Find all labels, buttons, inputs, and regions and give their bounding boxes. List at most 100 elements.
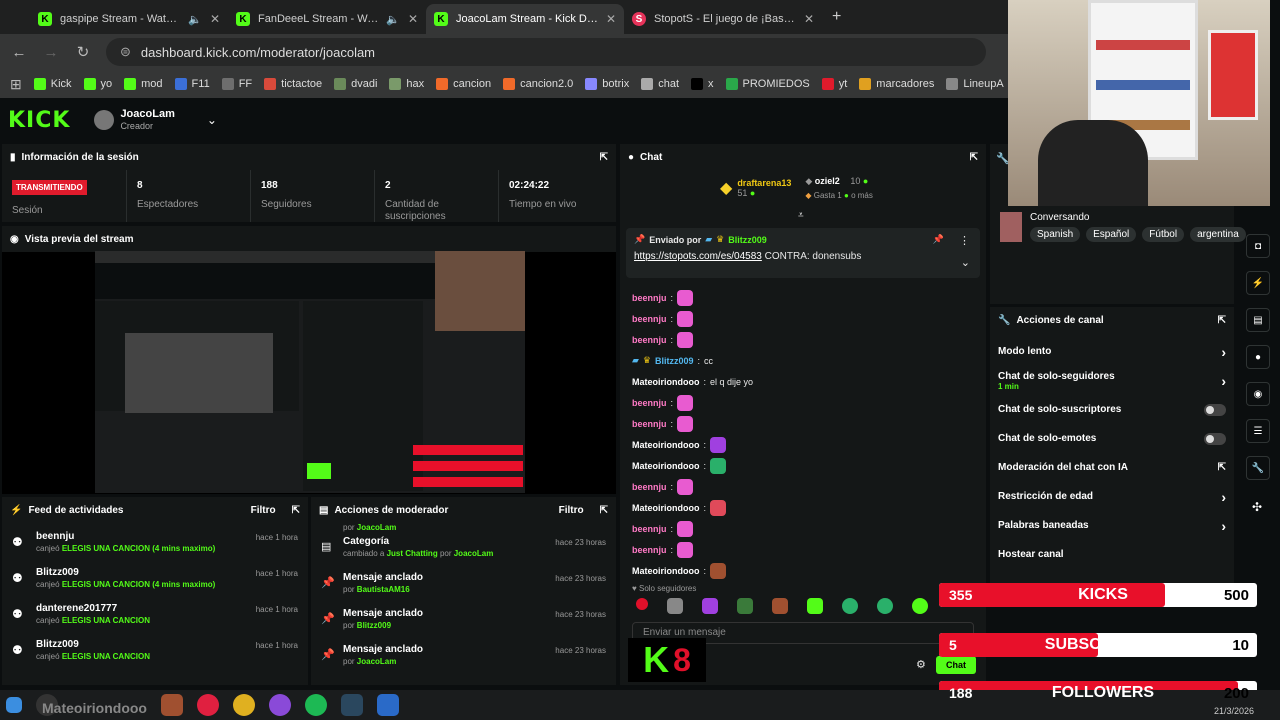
emote-icon[interactable] xyxy=(877,598,893,614)
chat-message[interactable]: Mateoiriondooo: xyxy=(632,497,972,518)
chat-username[interactable]: beennju xyxy=(632,335,667,345)
bookmark-item[interactable]: Kick xyxy=(33,78,72,90)
expand-icon[interactable]: ⇱ xyxy=(600,152,608,163)
feed-item[interactable]: ⚉ Blitzz009 canjeó ELEGIS UNA CANCION (4 m… xyxy=(2,563,308,599)
expand-icon[interactable]: ⇱ xyxy=(1218,315,1226,326)
channel-action-item[interactable]: Modo lento › xyxy=(990,337,1234,366)
browser-tab[interactable]: K FanDeeeL Stream - Watch Live 🔈 ✕ xyxy=(228,4,426,34)
bookmark-item[interactable]: LineupA xyxy=(946,78,1004,90)
chrome-icon[interactable] xyxy=(233,694,255,716)
expand-icon[interactable]: ⇱ xyxy=(292,505,300,516)
chat-username[interactable]: Mateoiriondooo xyxy=(632,503,700,513)
close-tab-icon[interactable]: ✕ xyxy=(408,12,418,26)
chat-message[interactable]: beennju: xyxy=(632,476,972,497)
mod-filter-button[interactable]: Filtro xyxy=(559,505,584,516)
broadcast-icon[interactable]: ◉ xyxy=(1246,382,1270,406)
browser-tab[interactable]: S StopotS - El juego de ¡Basta!, ¡Stop! ✕ xyxy=(624,4,822,34)
toggle-switch[interactable] xyxy=(1204,403,1226,416)
stream-preview-video[interactable] xyxy=(95,251,525,493)
chat-username[interactable]: Mateoiriondooo xyxy=(632,440,700,450)
pinned-link[interactable]: https://stopots.com/es/04583 xyxy=(634,251,762,262)
chat-username[interactable]: beennju xyxy=(632,545,667,555)
feed-item[interactable]: ⚉ danterene201777 canjeó ELEGIS UNA CANCIO… xyxy=(2,599,308,635)
bookmark-item[interactable]: FF xyxy=(221,78,252,90)
browser-tab[interactable]: Kgaspipe Stream - Watch Live 🔈 ✕ xyxy=(30,4,228,34)
puzzle-icon[interactable]: ✣ xyxy=(1252,500,1262,514)
emote-icon[interactable] xyxy=(667,598,683,614)
scroll-down-icon[interactable]: ⩡ xyxy=(798,210,804,221)
chat-message[interactable]: Mateoiriondooo: xyxy=(632,434,972,455)
bookmark-item[interactable]: botrix xyxy=(585,78,629,90)
speaker-icon[interactable]: 🔈 xyxy=(386,13,400,26)
feed-item[interactable]: ⚉ Blitzz009 canjeó ELEGIS UNA CANCION hace … xyxy=(2,635,308,671)
chat-message[interactable]: beennju: xyxy=(632,539,972,560)
new-tab-button[interactable]: + xyxy=(822,8,841,34)
bookmark-item[interactable]: cancion xyxy=(436,78,491,90)
chat-message[interactable]: Mateoiriondooo: xyxy=(632,455,972,476)
kick-logo[interactable]: KICK xyxy=(8,108,70,133)
avatar[interactable] xyxy=(94,110,115,130)
channel-action-item[interactable]: Palabras baneadas › xyxy=(990,511,1234,540)
category-thumbnail[interactable] xyxy=(1000,212,1022,242)
chat-message[interactable]: Mateoiriondooo: xyxy=(632,560,972,581)
url-field[interactable]: ⊜ dashboard.kick.com/moderator/joacolam xyxy=(106,38,986,66)
chat-username[interactable]: Mateoiriondooo xyxy=(632,461,700,471)
bolt-icon[interactable]: ⚡ xyxy=(1246,271,1270,295)
bookmark-item[interactable]: x xyxy=(691,78,714,90)
chevron-right-icon[interactable]: › xyxy=(1221,344,1226,360)
mod-action-item[interactable]: 📌 Mensaje anclado por BautistaAM16 hace 23 … xyxy=(311,568,616,604)
bookmark-item[interactable]: cancion2.0 xyxy=(503,78,573,90)
feed-filter-button[interactable]: Filtro xyxy=(251,505,276,516)
expand-icon[interactable]: ⇱ xyxy=(600,505,608,516)
bookmark-item[interactable]: hax xyxy=(389,78,424,90)
cam-icon[interactable]: ◘ xyxy=(1246,234,1270,258)
channel-action-item[interactable]: Moderación del chat con IA ⇱ xyxy=(990,453,1234,482)
chat-username[interactable]: beennju xyxy=(632,398,667,408)
speaker-icon[interactable]: 🔈 xyxy=(188,13,202,26)
apps-grid-icon[interactable]: ⊞ xyxy=(10,76,22,93)
emote-icon[interactable] xyxy=(772,598,788,614)
mod-action-item[interactable]: 📌 Mensaje anclado por Blitzz009 hace 23 hor… xyxy=(311,604,616,640)
bookmark-item[interactable]: dvadi xyxy=(334,78,377,90)
back-icon[interactable]: ← xyxy=(10,44,28,61)
chat-message[interactable]: beennju: xyxy=(632,287,972,308)
channel-action-item[interactable]: Chat de solo-emotes xyxy=(990,424,1234,453)
expand-icon[interactable]: ⇱ xyxy=(970,152,978,163)
stream-tag[interactable]: Spanish xyxy=(1030,227,1081,242)
app-icon[interactable] xyxy=(377,694,399,716)
clipboard-icon[interactable]: ▤ xyxy=(1246,308,1270,332)
more-options-icon[interactable]: ⋮ xyxy=(959,234,970,247)
chat-message[interactable]: Mateoiriondooo: el q dije yo xyxy=(632,371,972,392)
bookmark-item[interactable]: yo xyxy=(83,78,112,90)
chat-username[interactable]: beennju xyxy=(632,482,667,492)
chevron-down-icon[interactable]: ⌄ xyxy=(207,113,217,127)
chat-username[interactable]: Blitzz009 xyxy=(655,356,694,366)
channel-action-item[interactable]: Hostear canal xyxy=(990,540,1234,569)
chat-username[interactable]: beennju xyxy=(632,524,667,534)
mod-action-user[interactable]: JoacoLam xyxy=(357,657,397,666)
chat-message[interactable]: beennju: xyxy=(632,392,972,413)
bookmark-item[interactable]: chat xyxy=(641,78,679,90)
bookmark-item[interactable]: PROMIEDOS xyxy=(725,78,810,90)
chat-message[interactable]: beennju: xyxy=(632,329,972,350)
chat-message[interactable]: ▰ ♛ Blitzz009: cc xyxy=(632,350,972,371)
app-icon[interactable] xyxy=(269,694,291,716)
mod-action-item[interactable]: ▤ Categoría cambiado a Just Chatting por J… xyxy=(311,532,616,568)
channel-action-item[interactable]: Restricción de edad › xyxy=(990,482,1234,511)
bookmark-item[interactable]: tictactoe xyxy=(264,78,322,90)
chevron-down-icon[interactable]: ⌄ xyxy=(961,256,970,269)
reload-icon[interactable]: ↻ xyxy=(74,43,92,61)
spotify-icon[interactable] xyxy=(305,694,327,716)
emote-icon[interactable] xyxy=(912,598,928,614)
chevron-right-icon[interactable]: › xyxy=(1221,373,1226,389)
chat-username[interactable]: beennju xyxy=(632,419,667,429)
mod-action-user[interactable]: BautistaAM16 xyxy=(357,585,410,594)
pinned-user[interactable]: Blitzz009 xyxy=(728,235,767,245)
emote-icon[interactable] xyxy=(737,598,753,614)
send-chat-button[interactable]: Chat xyxy=(936,656,976,674)
chat-message[interactable]: beennju: xyxy=(632,308,972,329)
layout-icon[interactable]: ☰ xyxy=(1246,419,1270,443)
emote-icon[interactable] xyxy=(842,598,858,614)
chat-message[interactable]: beennju: xyxy=(632,518,972,539)
channel-action-item[interactable]: Chat de solo-seguidores 1 min › xyxy=(990,366,1234,395)
